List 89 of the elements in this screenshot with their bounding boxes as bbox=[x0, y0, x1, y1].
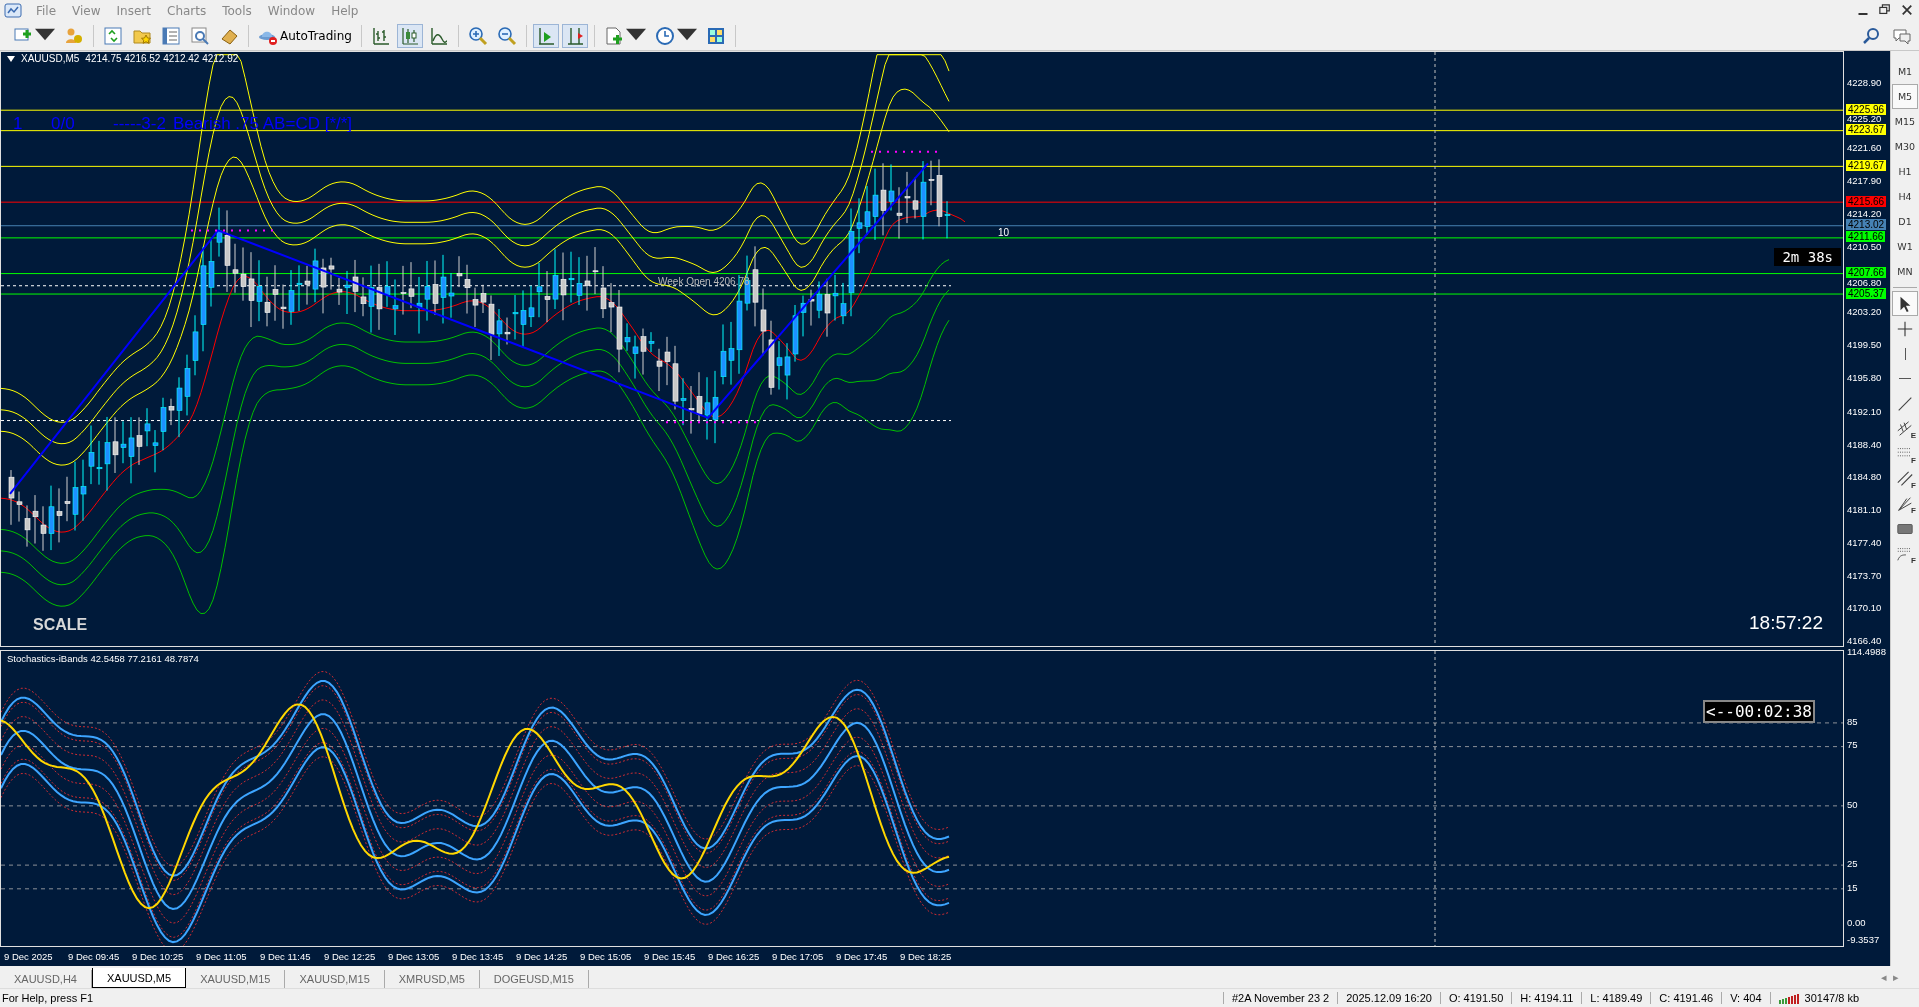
chart-tab[interactable]: DOGEUSD,M15 bbox=[479, 970, 589, 988]
price-level-label: 4223.67 bbox=[1846, 124, 1887, 136]
clock-label: 18:57:22 bbox=[1749, 612, 1823, 634]
status-field: 2025.12.09 16:20 bbox=[1337, 992, 1440, 1004]
time-tick: 9 Dec 17:05 bbox=[772, 950, 825, 962]
chart-tab[interactable]: XAUUSD,M15 bbox=[186, 970, 286, 988]
timeframe-button[interactable]: D1 bbox=[1892, 209, 1918, 234]
price-level-label: 4207.66 bbox=[1846, 267, 1887, 279]
traffic-label: 30147/8 kb bbox=[1804, 992, 1859, 1004]
status-field: C: 4191.46 bbox=[1650, 992, 1722, 1004]
time-tick: 9 Dec 14:25 bbox=[516, 950, 569, 962]
chart-tab[interactable]: XMRUSD,M5 bbox=[384, 970, 480, 988]
indicator-tick: -9.3537 bbox=[1847, 934, 1880, 945]
scale-label: SCALE bbox=[33, 616, 88, 634]
chart-tab[interactable]: XAUUSD,H4 bbox=[0, 970, 92, 988]
pattern-label: 1 bbox=[13, 114, 23, 134]
price-tick: 4225.20 bbox=[1847, 114, 1882, 125]
timeframe-button[interactable]: MN bbox=[1892, 259, 1918, 284]
price-tick: 4221.60 bbox=[1847, 143, 1882, 154]
indicator-tick: 85 bbox=[1847, 716, 1858, 727]
price-tick: 4177.40 bbox=[1847, 537, 1882, 548]
indicator-tick: 50 bbox=[1847, 799, 1858, 810]
time-tick: 9 Dec 15:05 bbox=[580, 950, 633, 962]
drawing-tool-button[interactable]: F bbox=[1892, 441, 1918, 466]
toolbar-button[interactable]: AutoTrading bbox=[255, 24, 355, 48]
time-tick: 9 Dec 16:25 bbox=[708, 950, 761, 962]
timeframe-button[interactable]: M15 bbox=[1892, 109, 1918, 134]
time-tick: 9 Dec 10:25 bbox=[132, 950, 185, 962]
price-tick: 4192.10 bbox=[1847, 406, 1882, 417]
price-tick: 4210.50 bbox=[1847, 242, 1882, 253]
drawing-tool-button[interactable]: E bbox=[1892, 416, 1918, 441]
pattern-label: 0/0 bbox=[51, 114, 75, 134]
status-field: O: 4191.50 bbox=[1439, 992, 1512, 1004]
status-field: L: 4189.49 bbox=[1581, 992, 1651, 1004]
candle-countdown: 2m 38s bbox=[1774, 248, 1841, 266]
price-level-label: 4211.66 bbox=[1846, 231, 1886, 243]
price-tick: 4228.90 bbox=[1847, 77, 1882, 88]
help-text: For Help, press F1 bbox=[1, 992, 95, 1004]
pattern-label: -----3-2 bbox=[113, 114, 166, 134]
timeframe-button[interactable]: H1 bbox=[1892, 159, 1918, 184]
indicator-tick: 25 bbox=[1847, 859, 1858, 869]
status-field: V: 404 bbox=[1721, 992, 1770, 1004]
timeframe-button[interactable]: M30 bbox=[1892, 134, 1918, 159]
timeframe-button[interactable]: M1 bbox=[1892, 59, 1918, 84]
chart-tab[interactable]: XAUUSD,M5 bbox=[91, 968, 187, 988]
time-tick: 9 Dec 17:45 bbox=[836, 950, 889, 962]
drawing-tool-button[interactable]: F bbox=[1892, 491, 1918, 516]
time-tick: 9 Dec 13:05 bbox=[388, 950, 441, 962]
price-tick: 4199.50 bbox=[1847, 340, 1882, 351]
price-level-label: 4213.02 bbox=[1846, 219, 1887, 231]
timeframe-button[interactable]: W1 bbox=[1892, 234, 1918, 259]
price-tick: 4173.70 bbox=[1847, 570, 1882, 581]
indicator-tick: 15 bbox=[1847, 882, 1858, 893]
indicator-label: Stochastics-iBands 42.5458 77.2161 48.7874 bbox=[7, 652, 199, 664]
price-tick: 4217.90 bbox=[1847, 176, 1882, 187]
price-tick: 4166.40 bbox=[1847, 635, 1882, 646]
indicator-tick: 75 bbox=[1847, 740, 1858, 751]
chart-symbol: XAUUSD,M5 bbox=[21, 53, 80, 64]
price-level-label: 4219.67 bbox=[1846, 159, 1887, 171]
timeframe-button[interactable]: H4 bbox=[1892, 184, 1918, 209]
time-tick: 9 Dec 11:45 bbox=[260, 950, 312, 962]
price-level-label: 4205.37 bbox=[1846, 287, 1887, 299]
price-tick: 4195.80 bbox=[1847, 373, 1882, 384]
chart-tab[interactable]: XAUUSD,M15 bbox=[285, 970, 385, 988]
indicator-tick: 0.00 bbox=[1847, 918, 1866, 929]
time-tick: 9 Dec 11:05 bbox=[196, 950, 248, 962]
price-tick: 4188.40 bbox=[1847, 439, 1882, 450]
price-tick: 4206.80 bbox=[1847, 277, 1882, 288]
status-field: #2A November 23 2 bbox=[1223, 992, 1338, 1004]
indicator-tick: 114.4988 bbox=[1847, 646, 1886, 657]
price-level-label: 4225.96 bbox=[1846, 103, 1887, 115]
price-level-label: 4215.66 bbox=[1846, 195, 1887, 207]
status-field: H: 4194.11 bbox=[1511, 992, 1582, 1004]
countdown-timer: <--00:02:38 bbox=[1703, 699, 1815, 723]
timeframe-button[interactable]: M5 bbox=[1892, 84, 1918, 109]
price-tick: 4214.20 bbox=[1847, 209, 1882, 220]
time-tick: 9 Dec 12:25 bbox=[324, 950, 377, 962]
time-tick: 9 Dec 13:45 bbox=[452, 950, 505, 962]
time-tick: 9 Dec 2025 bbox=[4, 950, 54, 962]
price-tick: 4184.80 bbox=[1847, 471, 1882, 482]
drawing-tool-button[interactable]: F bbox=[1892, 541, 1918, 566]
time-tick: 9 Dec 18:25 bbox=[900, 950, 953, 962]
time-tick: 9 Dec 15:45 bbox=[644, 950, 697, 962]
price-tick: 4203.20 bbox=[1847, 307, 1882, 318]
drawing-tool-button[interactable]: F bbox=[1892, 466, 1918, 491]
price-tick: 4170.10 bbox=[1847, 602, 1882, 613]
bar-count-label: 10 bbox=[998, 227, 1010, 238]
time-tick: 9 Dec 09:45 bbox=[68, 950, 121, 962]
price-tick: 4181.10 bbox=[1847, 504, 1882, 515]
